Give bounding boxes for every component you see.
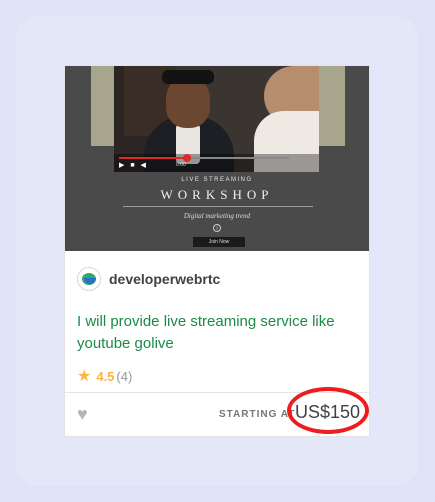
gig-thumbnail[interactable]: ▶ ■ ◀ 0:00 LIVE STREAMING WORKSHOP Digit…	[65, 66, 369, 251]
gig-rating: ★ 4.5 (4)	[77, 366, 132, 386]
thumbnail-subtitle: Digital marketing trend	[183, 212, 251, 220]
seller-name[interactable]: developerwebrtc	[109, 271, 220, 287]
developer-logo-icon[interactable]	[77, 267, 101, 291]
price-highlight-annotation	[287, 387, 369, 434]
seller-info[interactable]: developerwebrtc	[77, 266, 220, 292]
rating-count: (4)	[116, 368, 133, 384]
thumbnail-divider	[123, 206, 313, 207]
starting-at-label: STARTING AT	[219, 409, 296, 420]
info-icon: i	[213, 224, 221, 232]
video-progress-fill	[119, 157, 187, 159]
video-play-controls[interactable]: ▶ ■ ◀	[119, 161, 148, 169]
video-scrubber-handle[interactable]	[183, 154, 191, 162]
thumbnail-panel-left	[91, 66, 114, 146]
star-icon: ★	[77, 368, 92, 385]
video-preview[interactable]: ▶ ■ ◀ 0:00	[114, 66, 319, 172]
thumbnail-live-label: LIVE STREAMING	[181, 177, 253, 183]
video-time: 0:00	[176, 162, 186, 168]
join-now-button[interactable]: Join Now	[193, 237, 245, 247]
gig-card[interactable]: ▶ ■ ◀ 0:00 LIVE STREAMING WORKSHOP Digit…	[64, 65, 370, 437]
thumbnail-panel-right	[319, 66, 345, 146]
heart-icon[interactable]: ♥	[77, 405, 95, 423]
rating-value: 4.5	[96, 368, 115, 384]
thumbnail-workshop-label: WORKSHOP	[160, 187, 274, 202]
gig-title[interactable]: I will provide live streaming service li…	[77, 311, 361, 355]
